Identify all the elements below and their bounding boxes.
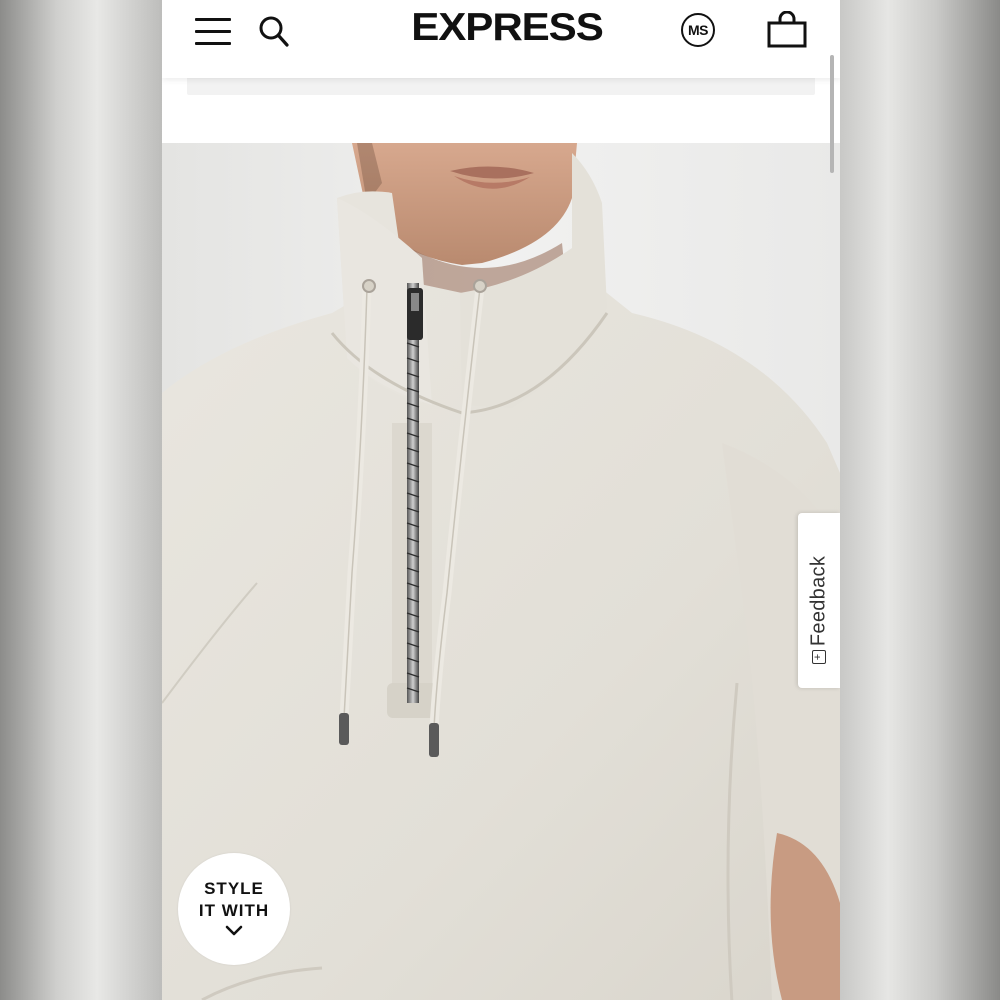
- blurred-background-right: [840, 0, 1000, 1000]
- blurred-background-left: [0, 0, 162, 1000]
- hamburger-menu-icon[interactable]: [195, 16, 233, 48]
- promo-banner-strip: [187, 78, 815, 95]
- style-it-with-line1: STYLE: [204, 879, 264, 898]
- account-avatar[interactable]: MS: [681, 13, 715, 47]
- scrollbar[interactable]: [830, 55, 834, 173]
- feedback-plus-icon: +: [812, 650, 826, 664]
- site-header: EXPRESS MS: [162, 0, 840, 78]
- chevron-down-icon: [225, 925, 243, 936]
- feedback-label: Feedback: [807, 555, 830, 647]
- style-it-with-button[interactable]: STYLE IT WITH: [178, 853, 290, 965]
- feedback-tab[interactable]: Feedback +: [798, 513, 840, 688]
- search-icon[interactable]: [258, 14, 290, 48]
- shopping-bag-icon[interactable]: [767, 10, 807, 49]
- express-logo[interactable]: EXPRESS: [399, 4, 615, 52]
- style-it-with-line2: IT WITH: [198, 901, 270, 920]
- mobile-screen: EXPRESS MS Feedback + STYLE IT WITH: [162, 0, 840, 1000]
